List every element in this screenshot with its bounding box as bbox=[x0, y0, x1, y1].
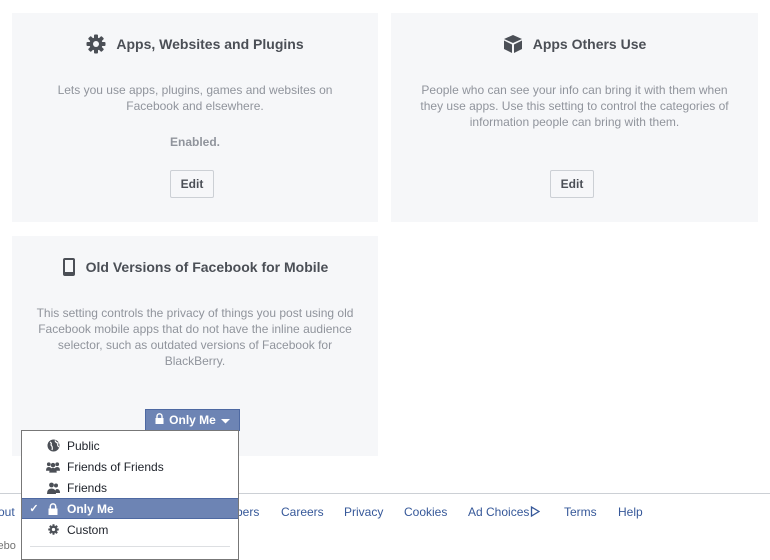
ad-choices-label: Ad Choices bbox=[468, 505, 530, 519]
checkmark-icon: ✓ bbox=[29, 503, 39, 515]
cube-icon bbox=[503, 34, 523, 54]
status-text: Enabled. bbox=[169, 135, 220, 149]
footer-link-about[interactable]: out bbox=[0, 505, 15, 519]
menu-item-label: Public bbox=[67, 438, 100, 453]
caret-down-icon bbox=[220, 413, 230, 427]
menu-item-label: Only Me bbox=[67, 501, 114, 516]
copyright-text: cebo bbox=[0, 540, 16, 552]
footer-link-terms[interactable]: Terms bbox=[564, 505, 597, 519]
description-line: This setting controls the privacy of thi… bbox=[36, 306, 354, 320]
footer-link-ad-choices[interactable]: Ad Choices bbox=[468, 505, 541, 519]
card-title-text: Apps Others Use bbox=[532, 36, 647, 52]
audience-selector-button[interactable]: Only Me bbox=[145, 409, 240, 431]
description-line: they use apps. Use this setting to contr… bbox=[420, 99, 729, 113]
description-line: BlackBerry. bbox=[164, 354, 226, 368]
lock-icon bbox=[46, 502, 60, 516]
apps-websites-plugins-card: Apps, Websites and Plugins Lets you use … bbox=[12, 13, 378, 222]
menu-item-only-me[interactable]: ✓ Only Me bbox=[22, 498, 238, 519]
apps-others-use-card: Apps Others Use People who can see your … bbox=[391, 13, 758, 222]
mobile-phone-icon bbox=[62, 257, 76, 277]
menu-separator bbox=[30, 546, 230, 547]
card-description: This setting controls the privacy of thi… bbox=[12, 305, 378, 369]
description-line: Facebook and elsewhere. bbox=[126, 99, 264, 113]
menu-item-label: Custom bbox=[67, 522, 109, 537]
description-line: selector, such as outdated versions of F… bbox=[57, 338, 333, 352]
gear-icon bbox=[46, 523, 60, 537]
card-title: Apps, Websites and Plugins bbox=[12, 34, 378, 54]
description-line: People who can see your info can bring i… bbox=[421, 83, 728, 97]
menu-item-friends-of-friends[interactable]: Friends of Friends bbox=[22, 456, 238, 477]
audience-dropdown-menu: Public Friends of Friends Friends ✓ Only… bbox=[21, 430, 239, 560]
ad-choices-icon bbox=[529, 505, 541, 519]
card-description: Lets you use apps, plugins, games and we… bbox=[12, 82, 378, 114]
audience-label: Only Me bbox=[169, 413, 216, 427]
card-title: Apps Others Use bbox=[391, 34, 758, 54]
friends-of-friends-icon bbox=[46, 460, 60, 474]
edit-button[interactable]: Edit bbox=[170, 170, 214, 198]
footer-link-cookies[interactable]: Cookies bbox=[404, 505, 447, 519]
card-title-text: Old Versions of Facebook for Mobile bbox=[85, 259, 329, 275]
menu-item-label: Friends of Friends bbox=[67, 459, 164, 474]
card-description: People who can see your info can bring i… bbox=[391, 82, 758, 130]
description-line: information people can bring with them. bbox=[469, 115, 680, 129]
card-title: Old Versions of Facebook for Mobile bbox=[12, 257, 378, 277]
footer-link-help[interactable]: Help bbox=[618, 505, 643, 519]
friends-icon bbox=[46, 481, 60, 495]
footer-link-privacy[interactable]: Privacy bbox=[344, 505, 383, 519]
footer-link-developers[interactable]: bers bbox=[236, 505, 259, 519]
card-title-text: Apps, Websites and Plugins bbox=[116, 36, 304, 52]
description-line: Facebook mobile apps that do not have th… bbox=[38, 322, 352, 336]
edit-button[interactable]: Edit bbox=[550, 170, 594, 198]
description-line: Lets you use apps, plugins, games and we… bbox=[57, 83, 333, 97]
lock-icon bbox=[155, 413, 164, 427]
globe-icon bbox=[46, 439, 60, 453]
menu-item-label: Friends bbox=[67, 480, 108, 495]
footer-link-careers[interactable]: Careers bbox=[281, 505, 324, 519]
menu-item-custom[interactable]: Custom bbox=[22, 519, 238, 540]
menu-item-public[interactable]: Public bbox=[22, 435, 238, 456]
gear-icon bbox=[86, 34, 106, 54]
menu-item-friends[interactable]: Friends bbox=[22, 477, 238, 498]
